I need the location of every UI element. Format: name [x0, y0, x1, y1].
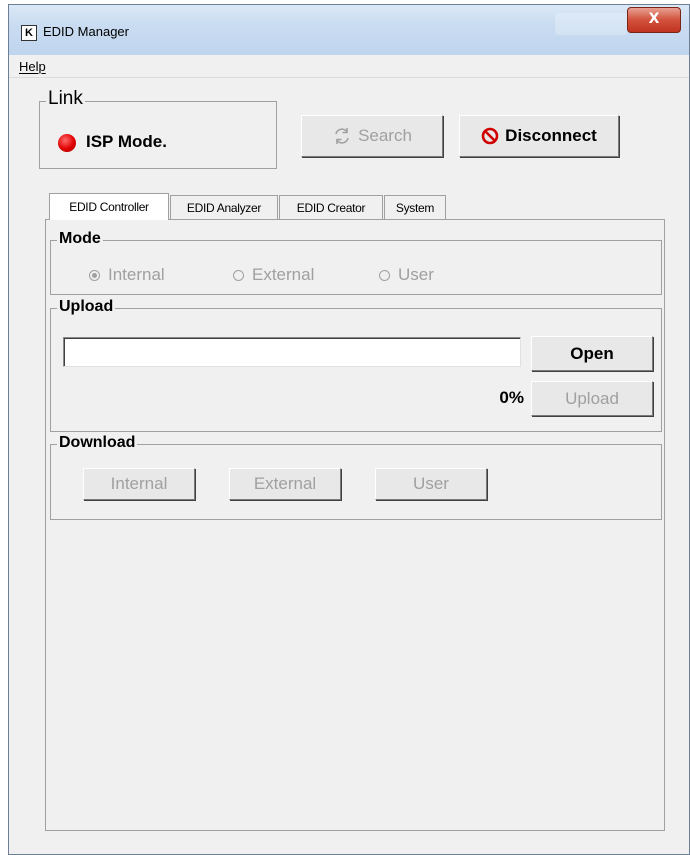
download-group: Download Internal External User	[50, 434, 662, 520]
disconnect-button-label: Disconnect	[505, 126, 597, 145]
minimize-maximize-button[interactable]	[555, 13, 627, 35]
radio-unchecked-icon	[379, 269, 390, 281]
refresh-icon	[332, 126, 352, 146]
prohibited-icon	[481, 127, 499, 145]
menu-help-label: Help	[19, 59, 46, 74]
radio-external-label: External	[252, 265, 315, 284]
app-logo-icon: K	[21, 25, 37, 41]
menu-bar: Help	[9, 55, 689, 78]
open-button[interactable]: Open	[531, 336, 653, 371]
download-group-label: Download	[57, 434, 138, 452]
close-button[interactable]: X	[627, 7, 681, 33]
edid-controller-panel: Mode Internal External User Upload Open …	[45, 219, 665, 831]
download-external-button[interactable]: External	[229, 468, 341, 500]
upload-button[interactable]: Upload	[531, 381, 653, 416]
menu-help[interactable]: Help	[19, 59, 46, 74]
radio-checked-icon	[89, 269, 100, 281]
upload-progress-percent: 0%	[499, 388, 524, 407]
radio-internal-label: Internal	[108, 265, 165, 284]
link-group-label: Link	[46, 88, 85, 110]
mode-group: Mode Internal External User	[50, 230, 662, 295]
upload-group-label: Upload	[57, 298, 116, 316]
radio-external[interactable]: External	[233, 265, 314, 285]
tab-system[interactable]: System	[384, 195, 446, 219]
tab-edid-controller[interactable]: EDID Controller	[49, 193, 169, 220]
edid-manager-window: K EDID Manager X Help Link ISP Mode. Sea…	[8, 4, 690, 855]
upload-group: Upload Open 0% Upload	[50, 298, 662, 432]
download-user-button[interactable]: User	[375, 468, 487, 500]
window-title: EDID Manager	[43, 24, 129, 39]
radio-user-label: User	[398, 265, 434, 284]
link-group: Link ISP Mode.	[39, 88, 277, 169]
disconnect-button[interactable]: Disconnect	[459, 115, 619, 157]
tab-edid-analyzer[interactable]: EDID Analyzer	[170, 195, 278, 219]
mode-group-label: Mode	[57, 230, 103, 248]
radio-user[interactable]: User	[379, 265, 434, 285]
title-bar[interactable]: K EDID Manager X	[9, 5, 689, 56]
search-button[interactable]: Search	[301, 115, 443, 157]
radio-unchecked-icon	[233, 269, 244, 281]
link-status-text: ISP Mode.	[86, 132, 167, 151]
search-button-label: Search	[358, 126, 412, 145]
download-internal-button[interactable]: Internal	[83, 468, 195, 500]
tab-edid-creator[interactable]: EDID Creator	[279, 195, 383, 219]
radio-internal[interactable]: Internal	[89, 265, 165, 285]
upload-file-input[interactable]	[63, 337, 521, 367]
status-led-icon	[58, 134, 76, 152]
